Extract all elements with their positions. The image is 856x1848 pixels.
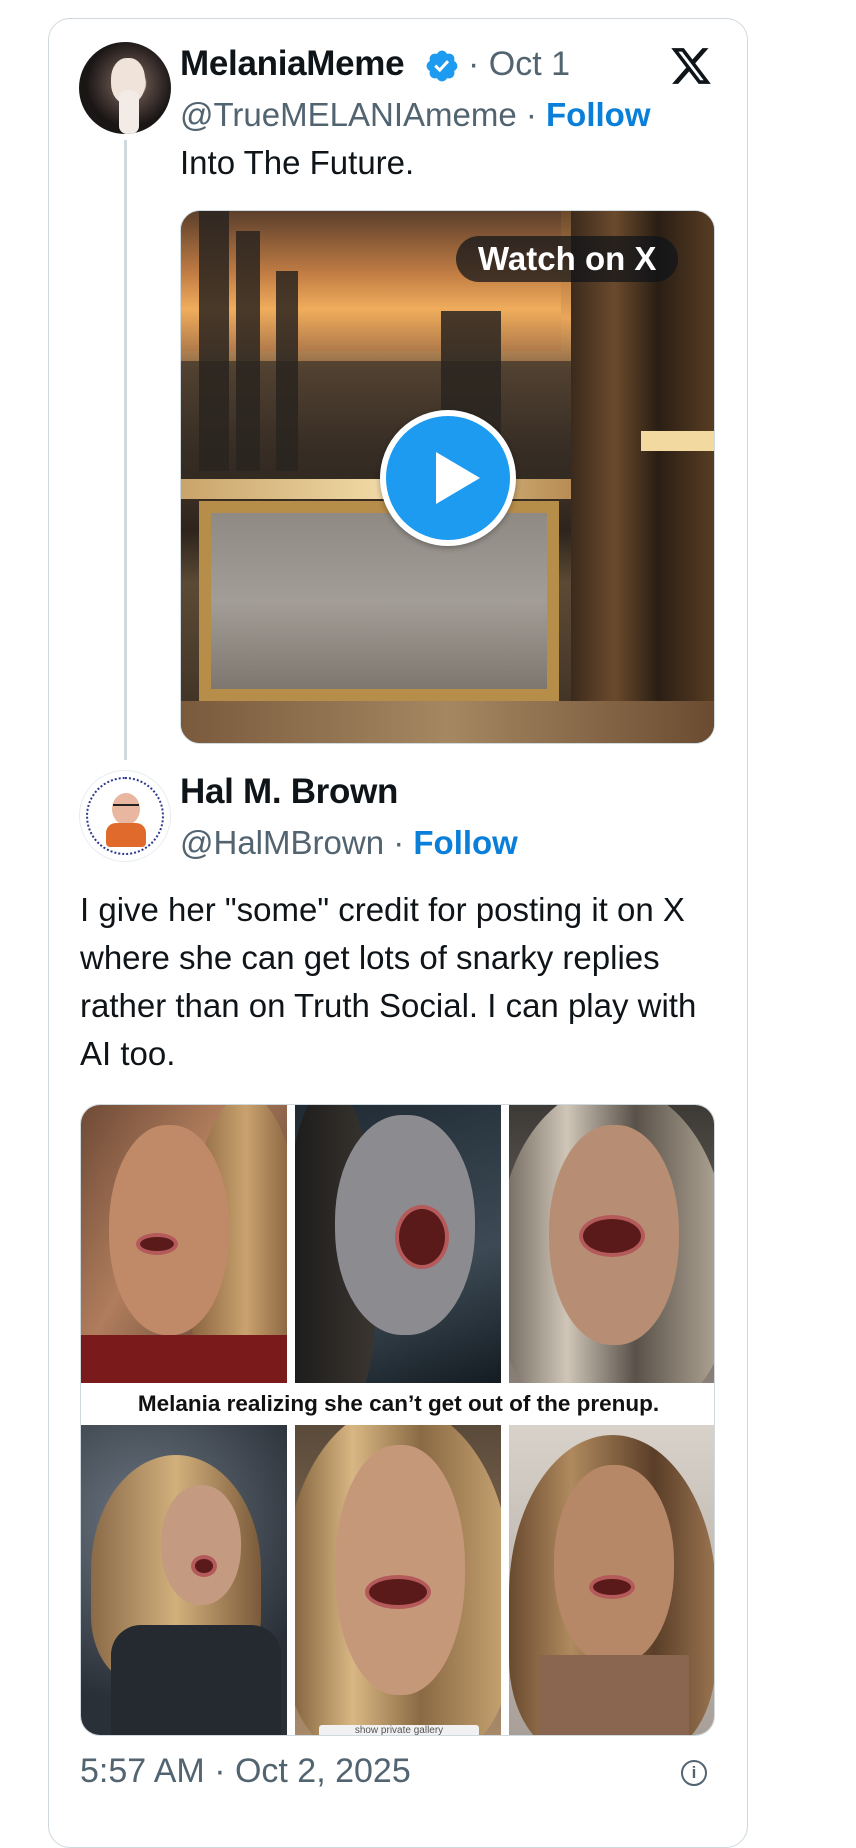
grid-image-6[interactable]: [509, 1425, 714, 1735]
mouth-shape: [191, 1555, 217, 1577]
halmbrown-avatar[interactable]: [79, 770, 171, 862]
neck-shape: [539, 1655, 689, 1735]
mouth-shape: [579, 1215, 645, 1257]
reply-tweet-text: I give her "some" credit for posting it …: [80, 891, 697, 1072]
mouth-shape: [365, 1575, 431, 1609]
reply-handle-line: @HalMBrown · Follow: [180, 824, 518, 862]
mouth-shape: [136, 1233, 178, 1255]
face-shape: [335, 1445, 465, 1695]
grid-image-3[interactable]: [509, 1105, 714, 1383]
grid-image-2[interactable]: [295, 1105, 501, 1383]
watch-on-x-button[interactable]: Watch on X: [456, 236, 679, 282]
handle-separator: ·: [516, 96, 547, 133]
marble-floor: [181, 701, 714, 743]
quoted-tweet-text: Into The Future.: [180, 144, 415, 181]
tweet-timestamp[interactable]: 5:57 AM · Oct 2, 2025: [80, 1752, 411, 1791]
reply-author-name[interactable]: Hal M. Brown: [180, 772, 398, 812]
play-icon[interactable]: [380, 410, 516, 546]
image-grid[interactable]: Melania realizing she can’t get out of t…: [80, 1104, 715, 1736]
red-garment: [81, 1335, 287, 1383]
face-shape: [554, 1465, 674, 1665]
quoted-handle[interactable]: @TrueMELANIAmeme: [180, 96, 517, 133]
follow-link[interactable]: Follow: [546, 96, 650, 133]
handle-separator: ·: [384, 824, 414, 861]
gallery-chip: show private gallery: [319, 1725, 479, 1735]
x-logo-icon[interactable]: [668, 44, 714, 88]
mouth-shape: [589, 1575, 635, 1599]
face-shape: [161, 1485, 241, 1605]
mouth-shape: [395, 1205, 449, 1269]
verified-badge-icon: [426, 50, 458, 82]
reply-handle[interactable]: @HalMBrown: [180, 824, 384, 861]
quoted-author-name[interactable]: MelaniaMeme: [180, 44, 405, 84]
melaniameme-avatar[interactable]: [79, 42, 171, 134]
avatar-glasses: [113, 804, 139, 810]
side-panel: [571, 211, 714, 743]
avatar-hands: [119, 90, 139, 134]
info-icon[interactable]: i: [681, 1760, 707, 1786]
face-shape: [109, 1125, 229, 1335]
quoted-handle-line: @TrueMELANIAmeme · Follow: [180, 96, 651, 134]
image-caption: Melania realizing she can’t get out of t…: [81, 1383, 714, 1425]
follow-link[interactable]: Follow: [413, 824, 517, 861]
side-panel-highlight: [641, 431, 714, 451]
grid-image-4[interactable]: [81, 1425, 287, 1735]
dark-coat: [111, 1625, 281, 1735]
thread-connector-line: [124, 140, 127, 760]
quoted-date[interactable]: · Oct 1: [468, 45, 570, 84]
grid-image-1[interactable]: [81, 1105, 287, 1383]
gold-frame: [199, 501, 559, 701]
avatar-shirt: [106, 823, 146, 847]
grid-image-5[interactable]: [295, 1425, 501, 1735]
